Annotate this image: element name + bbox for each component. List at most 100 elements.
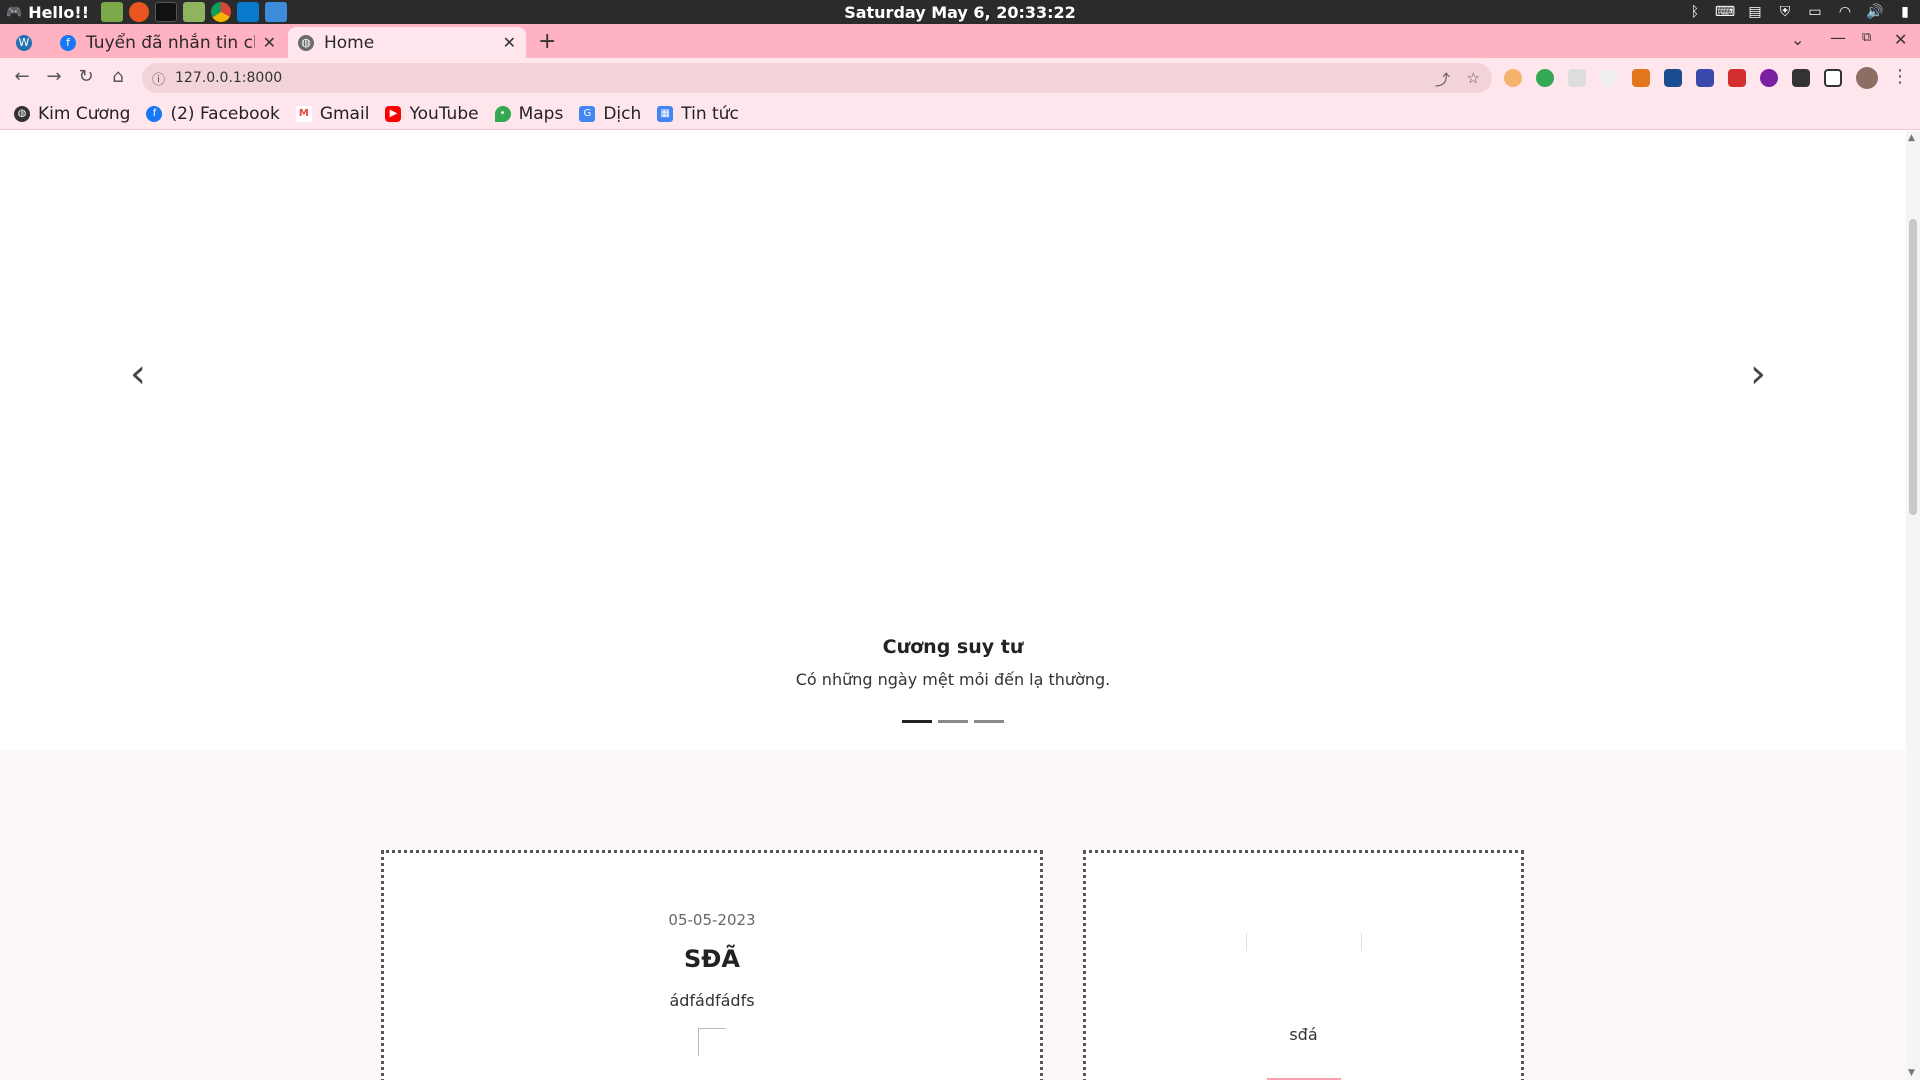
page-scrollbar[interactable]: ▲ ▼ xyxy=(1906,131,1920,1080)
terminal-icon[interactable] xyxy=(154,2,177,22)
minimize-icon[interactable]: — xyxy=(1830,28,1846,47)
post-image xyxy=(698,1028,726,1056)
extension-icon[interactable] xyxy=(1568,69,1586,87)
carousel-indicator[interactable] xyxy=(938,720,968,723)
carousel-indicator[interactable] xyxy=(974,720,1004,723)
post-card[interactable]: 05-05-2023 SĐÃ ádfádfádfs xyxy=(381,850,1043,1080)
bookmark-star-icon[interactable]: ☆ xyxy=(1467,69,1480,87)
post-date: 05-05-2023 xyxy=(668,911,756,929)
post-description: ádfádfádfs xyxy=(669,991,755,1010)
files-app-icon[interactable] xyxy=(100,2,123,22)
address-url[interactable]: 127.0.0.1:8000 xyxy=(175,70,282,86)
hero-carousel: ‹ › Cương suy tư Có những ngày mệt mỏi đ… xyxy=(0,131,1906,750)
posts-section: 05-05-2023 SĐÃ ádfádfádfs sđá xyxy=(0,750,1906,1080)
bookmark-label: Kim Cương xyxy=(38,103,131,124)
share-icon[interactable]: ⤴ xyxy=(1435,69,1450,90)
bookmark-news[interactable]: ▦ Tin tức xyxy=(657,104,739,124)
carousel-indicator[interactable] xyxy=(902,720,932,723)
bookmark-kim-cuong[interactable]: ◍ Kim Cương xyxy=(14,104,130,124)
tab-title: Home xyxy=(324,32,375,53)
new-tab-button[interactable]: + xyxy=(538,29,556,54)
battery-icon[interactable]: ▮ xyxy=(1896,4,1914,20)
page-viewport: ‹ › Cương suy tư Có những ngày mệt mỏi đ… xyxy=(0,131,1906,1080)
clipboard-icon[interactable]: ▤ xyxy=(1746,4,1764,20)
carousel-caption: Cương suy tư Có những ngày mệt mỏi đến l… xyxy=(0,636,1906,689)
extension-icon[interactable] xyxy=(1696,69,1714,87)
facebook-icon: f xyxy=(146,105,163,122)
bookmark-label: Maps xyxy=(518,103,564,124)
bluetooth-icon[interactable]: ᛒ xyxy=(1686,4,1704,20)
close-icon[interactable]: ✕ xyxy=(503,33,516,52)
scroll-thumb[interactable] xyxy=(1909,219,1917,515)
close-window-icon[interactable]: ✕ xyxy=(1894,30,1907,49)
close-icon[interactable]: ✕ xyxy=(263,33,276,52)
bookmark-translate[interactable]: G Dịch xyxy=(579,104,641,124)
folder-icon[interactable] xyxy=(182,2,205,22)
chat-icon[interactable] xyxy=(264,2,287,22)
globe-icon: ◍ xyxy=(298,34,314,51)
translate-icon: G xyxy=(579,105,596,122)
bookmark-label: (2) Facebook xyxy=(170,103,280,124)
reload-icon[interactable]: ↻ xyxy=(74,66,98,87)
tab-wordpress[interactable]: W xyxy=(6,27,50,58)
carousel-prev-button[interactable]: ‹ xyxy=(130,351,146,397)
scroll-down-icon[interactable]: ▼ xyxy=(1908,1068,1915,1078)
carousel-text: Có những ngày mệt mỏi đến lạ thường. xyxy=(795,670,1111,689)
extension-icon[interactable] xyxy=(1600,69,1618,87)
news-icon: ▦ xyxy=(657,105,674,122)
tab-search-icon[interactable]: ⌄ xyxy=(1791,30,1804,49)
os-top-bar: 🎮 Hello!! Saturday May 6, 20:33:22 ᛒ ⌨ ▤… xyxy=(0,0,1920,24)
bookmark-maps[interactable]: • Maps xyxy=(494,103,564,124)
bookmark-facebook[interactable]: f (2) Facebook xyxy=(146,103,280,124)
extension-icon[interactable] xyxy=(1664,69,1682,87)
vscode-icon[interactable] xyxy=(236,2,259,22)
site-info-icon[interactable]: ⓘ xyxy=(152,69,165,88)
extension-icon[interactable] xyxy=(1728,69,1746,87)
bookmark-label: Dịch xyxy=(603,103,642,124)
facebook-icon: f xyxy=(60,34,76,51)
scroll-up-icon[interactable]: ▲ xyxy=(1908,133,1915,143)
shield-icon[interactable]: ⛨ xyxy=(1776,4,1794,20)
gmail-icon: M xyxy=(295,105,312,122)
menu-icon[interactable]: ⋮ xyxy=(1888,66,1912,87)
bookmark-gmail[interactable]: M Gmail xyxy=(295,103,370,124)
chrome-icon[interactable] xyxy=(210,2,231,22)
carousel-title: Cương suy tư xyxy=(882,636,1024,658)
os-greeting-label: Hello!! xyxy=(28,2,89,22)
wifi-icon[interactable]: ◠ xyxy=(1836,4,1854,20)
os-clock[interactable]: Saturday May 6, 20:33:22 xyxy=(0,3,1920,22)
tab-strip: W f Tuyển đã nhắn tin cho ✕ ◍ Home ✕ + ⌄… xyxy=(0,24,1920,58)
notes-icon[interactable]: ▭ xyxy=(1806,4,1824,20)
post-card[interactable]: sđá xyxy=(1083,850,1524,1080)
extension-icon[interactable] xyxy=(1760,69,1778,87)
carousel-next-button[interactable]: › xyxy=(1750,351,1766,397)
volume-icon[interactable]: 🔊 xyxy=(1866,4,1884,20)
wordpress-icon: W xyxy=(16,34,32,51)
restore-icon[interactable]: ⧉ xyxy=(1862,30,1871,45)
browser-toolbar: ← → ↻ ⌂ ⓘ 127.0.0.1:8000 ⤴ ☆ ⋮ xyxy=(0,58,1920,98)
bookmark-label: Tin tức xyxy=(681,103,739,124)
metamask-icon[interactable] xyxy=(1632,69,1650,87)
avatar[interactable] xyxy=(1856,67,1878,89)
bookmark-label: Gmail xyxy=(319,103,370,124)
extension-icon[interactable] xyxy=(1504,69,1522,87)
forward-icon[interactable]: → xyxy=(42,66,66,87)
extension-icon[interactable] xyxy=(1536,69,1554,87)
home-icon[interactable]: ⌂ xyxy=(106,66,130,87)
puzzle-icon[interactable] xyxy=(1792,69,1810,87)
tab-home[interactable]: ◍ Home ✕ xyxy=(288,27,526,58)
address-bar[interactable]: ⓘ 127.0.0.1:8000 ⤴ ☆ xyxy=(142,63,1492,93)
post-title[interactable]: SĐÃ xyxy=(384,945,1040,973)
os-greeting[interactable]: 🎮 Hello!! xyxy=(6,3,89,22)
bookmarks-bar: ◍ Kim Cương f (2) Facebook M Gmail ▶ You… xyxy=(0,98,1920,130)
back-icon[interactable]: ← xyxy=(10,66,34,87)
gamepad-icon: 🎮 xyxy=(6,4,23,20)
tab-facebook[interactable]: f Tuyển đã nhắn tin cho ✕ xyxy=(50,27,286,58)
youtube-icon: ▶ xyxy=(385,105,402,122)
bookmark-label: YouTube xyxy=(409,103,479,124)
post-image xyxy=(1245,885,1362,1001)
bookmark-youtube[interactable]: ▶ YouTube xyxy=(385,103,479,124)
keyboard-icon[interactable]: ⌨ xyxy=(1715,4,1735,20)
side-panel-icon[interactable] xyxy=(1824,69,1842,87)
ubuntu-software-icon[interactable] xyxy=(128,2,149,22)
